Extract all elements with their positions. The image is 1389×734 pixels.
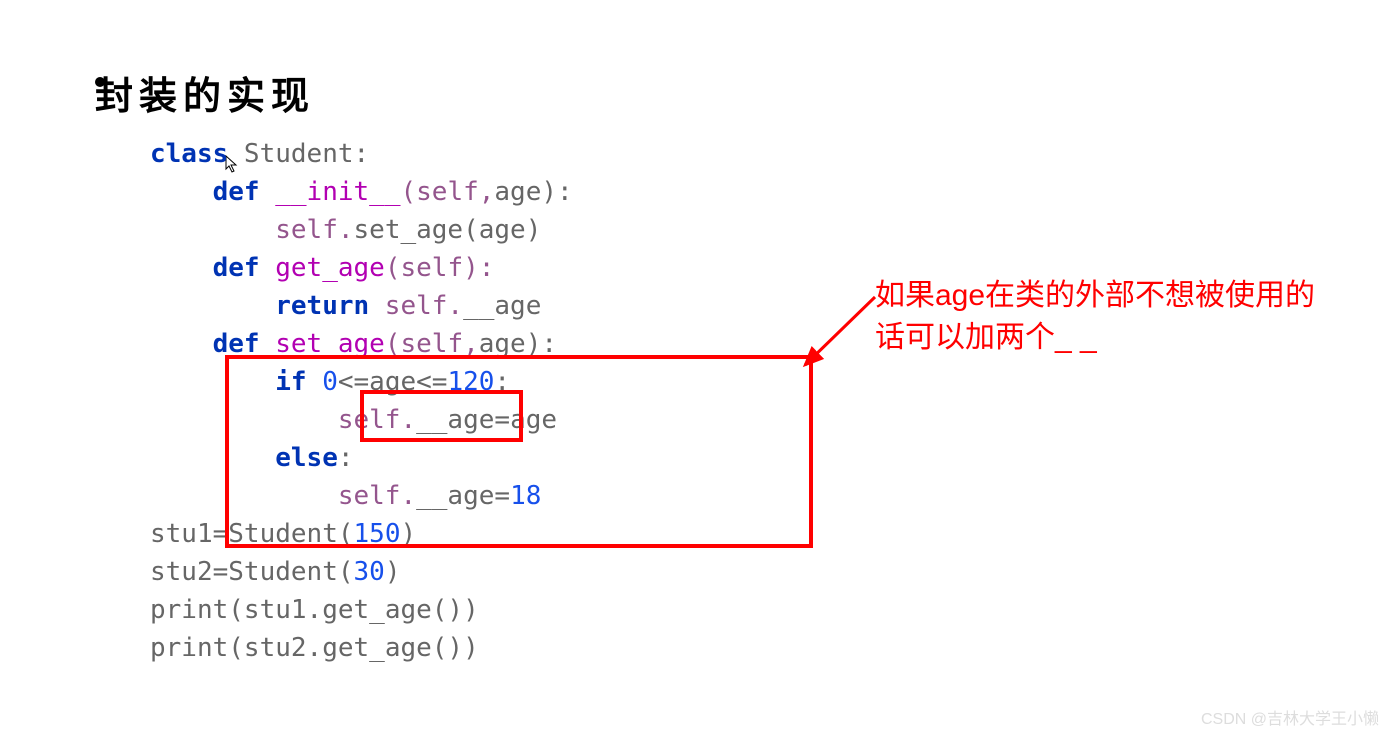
param: age): bbox=[494, 177, 572, 207]
var: age bbox=[510, 405, 557, 435]
number: 150 bbox=[354, 519, 401, 549]
attr: __age bbox=[416, 481, 494, 511]
var: age bbox=[369, 367, 416, 397]
keyword: def bbox=[213, 329, 260, 359]
keyword: return bbox=[275, 291, 369, 321]
args: (stu2. bbox=[228, 633, 322, 663]
method-call: set_age bbox=[354, 215, 464, 245]
class-call: Student bbox=[228, 557, 338, 587]
paren: ) bbox=[400, 519, 416, 549]
param: (self): bbox=[385, 253, 495, 283]
func-call: print bbox=[150, 595, 228, 625]
args: (stu1. bbox=[228, 595, 322, 625]
number: 120 bbox=[447, 367, 494, 397]
paren: ) bbox=[385, 557, 401, 587]
operator: = bbox=[494, 405, 510, 435]
number: 18 bbox=[510, 481, 541, 511]
attr: __age bbox=[463, 291, 541, 321]
paren: ()) bbox=[432, 595, 479, 625]
keyword: def bbox=[213, 177, 260, 207]
paren: ( bbox=[338, 557, 354, 587]
operator: = bbox=[213, 557, 229, 587]
self-ref: self. bbox=[275, 215, 353, 245]
paren: ( bbox=[338, 519, 354, 549]
operator: = bbox=[213, 519, 229, 549]
paren: ()) bbox=[432, 633, 479, 663]
method: get_age bbox=[322, 595, 432, 625]
function-name: set_age bbox=[260, 329, 385, 359]
function-name: __init__ bbox=[260, 177, 401, 207]
annotation-line: 话可以加两个_ _ bbox=[875, 321, 1097, 354]
operator: <= bbox=[338, 367, 369, 397]
number: 0 bbox=[307, 367, 338, 397]
keyword: def bbox=[213, 253, 260, 283]
operator: = bbox=[494, 481, 510, 511]
code-text: Student: bbox=[228, 139, 369, 169]
number: 30 bbox=[354, 557, 385, 587]
class-call: Student bbox=[228, 519, 338, 549]
var: stu2 bbox=[150, 557, 213, 587]
punct: : bbox=[494, 367, 510, 397]
heading: 封装的实现 bbox=[95, 65, 315, 120]
var: stu1 bbox=[150, 519, 213, 549]
function-name: get_age bbox=[260, 253, 385, 283]
param: (self, bbox=[400, 177, 494, 207]
param: age): bbox=[479, 329, 557, 359]
self-ref: self. bbox=[338, 481, 416, 511]
param: (self, bbox=[385, 329, 479, 359]
args: (age) bbox=[463, 215, 541, 245]
attr: __age bbox=[416, 405, 494, 435]
self-ref: self. bbox=[338, 405, 416, 435]
code-block: class Student: def __init__(self,age): s… bbox=[150, 135, 573, 667]
keyword: else bbox=[275, 443, 338, 473]
punct: : bbox=[338, 443, 354, 473]
annotation-line: 如果age在类的外部不想被使用的 bbox=[875, 279, 1315, 312]
func-call: print bbox=[150, 633, 228, 663]
keyword: class bbox=[150, 139, 228, 169]
keyword: if bbox=[275, 367, 306, 397]
self-ref: self. bbox=[369, 291, 463, 321]
operator: <= bbox=[416, 367, 447, 397]
watermark: CSDN @吉林大学王小懒 bbox=[1201, 705, 1379, 729]
method: get_age bbox=[322, 633, 432, 663]
annotation-text: 如果age在类的外部不想被使用的 话可以加两个_ _ bbox=[875, 275, 1315, 359]
